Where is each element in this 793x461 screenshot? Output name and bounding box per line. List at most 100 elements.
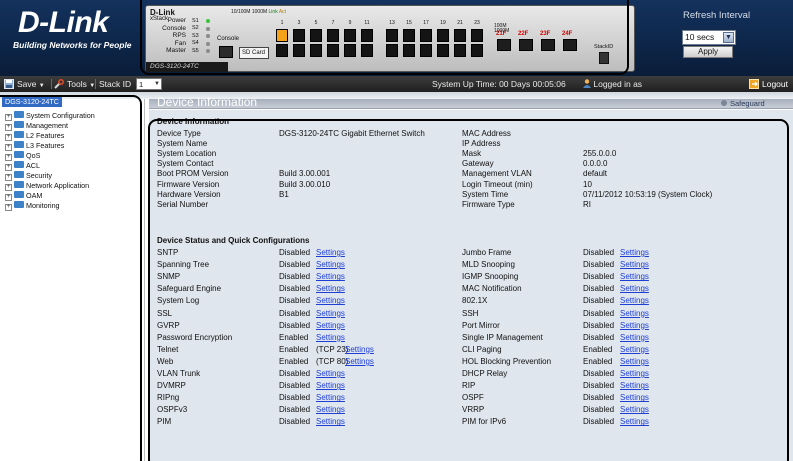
settings-link[interactable]: Settings: [316, 333, 345, 343]
sidebar-item[interactable]: + Management: [5, 121, 68, 131]
expand-icon[interactable]: +: [5, 144, 12, 151]
expand-icon[interactable]: +: [5, 194, 12, 201]
settings-link[interactable]: Settings: [345, 357, 374, 367]
settings-link[interactable]: Settings: [316, 381, 345, 391]
settings-link[interactable]: Settings: [620, 381, 649, 391]
page-title: Device Information: [157, 95, 258, 109]
settings-link[interactable]: Settings: [620, 321, 649, 331]
status-feature: SNMP: [157, 272, 181, 282]
settings-link[interactable]: Settings: [316, 369, 345, 379]
settings-link[interactable]: Settings: [620, 345, 649, 355]
info-label: Gateway: [462, 159, 494, 169]
settings-link[interactable]: Settings: [620, 393, 649, 403]
sidebar-item[interactable]: + QoS: [5, 151, 40, 161]
info-label: Firmware Version: [157, 179, 220, 189]
led-code: S5: [192, 47, 199, 54]
status-feature: SNTP: [157, 248, 179, 257]
info-label: Device Type: [157, 129, 201, 138]
expand-icon[interactable]: +: [5, 124, 12, 131]
settings-link[interactable]: Settings: [316, 417, 345, 427]
ethernet-port-icon: [420, 29, 432, 42]
expand-icon[interactable]: +: [5, 114, 12, 121]
expand-icon[interactable]: +: [5, 134, 12, 141]
sidebar-item[interactable]: + OAM: [5, 191, 42, 201]
settings-link[interactable]: Settings: [316, 321, 345, 331]
combo-port-label: 22F: [518, 31, 529, 37]
ethernet-port-icon: [293, 29, 305, 42]
refresh-interval-select[interactable]: 10 secs ▼: [682, 30, 736, 45]
status-state: Disabled: [583, 393, 615, 403]
apply-button[interactable]: Apply: [683, 46, 733, 58]
settings-link[interactable]: Settings: [316, 296, 345, 306]
sidebar-item[interactable]: + System Configuration: [5, 111, 95, 121]
settings-link[interactable]: Settings: [620, 405, 649, 415]
brand-tagline: Building Networks for People: [13, 40, 132, 50]
sidebar-item[interactable]: + Network Application: [5, 181, 89, 191]
settings-link[interactable]: Settings: [620, 284, 649, 294]
settings-link[interactable]: Settings: [316, 405, 345, 415]
status-feature: CLI Paging: [462, 344, 502, 354]
settings-link[interactable]: Settings: [316, 309, 345, 319]
chevron-down-icon[interactable]: ▼: [723, 32, 734, 43]
settings-link[interactable]: Settings: [316, 284, 345, 294]
ethernet-port-icon: [276, 44, 288, 57]
ethernet-port-icon: [471, 44, 483, 57]
settings-link[interactable]: Settings: [620, 417, 649, 427]
status-state: Disabled: [583, 308, 615, 318]
sidebar-item-label: L2 Features: [26, 131, 65, 140]
status-state: Disabled: [279, 296, 311, 306]
toolbar-divider: [51, 79, 52, 89]
expand-icon[interactable]: +: [5, 204, 12, 211]
ethernet-port-icon: [471, 29, 483, 42]
status-feature: Password Encryption: [157, 332, 233, 342]
led-code: S4: [192, 40, 199, 46]
settings-link[interactable]: Settings: [620, 296, 649, 306]
folder-icon: [14, 141, 24, 148]
led-label: Fan: [174, 39, 186, 47]
settings-link[interactable]: Settings: [316, 248, 345, 258]
expand-icon[interactable]: +: [5, 184, 12, 191]
settings-link[interactable]: Settings: [620, 333, 649, 343]
status-feature: 802.1X: [462, 296, 488, 306]
legend-act: Act: [278, 9, 287, 15]
sd-card-label: SD Card: [242, 50, 266, 56]
settings-link[interactable]: Settings: [620, 369, 649, 379]
navigation-tree: DGS-3120-24TC + System Configuration + Mana…: [0, 97, 145, 461]
info-label: Mask: [462, 149, 482, 159]
sidebar-item[interactable]: + L2 Features: [5, 131, 64, 141]
expand-icon[interactable]: +: [5, 164, 12, 171]
led-indicator-icon: [206, 19, 210, 23]
settings-link[interactable]: Settings: [620, 248, 649, 258]
status-feature: MLD Snooping: [462, 260, 515, 270]
dlink-logo: D-Link: [18, 6, 109, 39]
tools-menu[interactable]: Tools ▼: [54, 76, 95, 92]
port-number-label: 13: [389, 20, 395, 26]
sidebar-item[interactable]: + ACL: [5, 161, 40, 171]
port-number-label: 7: [331, 20, 335, 26]
stack-id-select[interactable]: 1 ▼: [136, 78, 162, 90]
sidebar-item-label: Security: [26, 171, 52, 180]
sidebar-item[interactable]: + Monitoring: [5, 201, 60, 211]
settings-link[interactable]: Settings: [316, 260, 345, 270]
settings-link[interactable]: Settings: [620, 260, 649, 270]
sidebar-item[interactable]: + L3 Features: [5, 141, 64, 151]
expand-icon[interactable]: +: [5, 154, 12, 161]
led-legend: 10/100M 1000M Link Act: [231, 9, 286, 15]
settings-link[interactable]: Settings: [345, 345, 374, 355]
settings-link[interactable]: Settings: [316, 272, 345, 282]
save-menu[interactable]: Save ▼: [4, 76, 45, 92]
info-label: System Name: [157, 139, 208, 149]
tree-root-device[interactable]: DGS-3120-24TC: [2, 97, 62, 107]
info-label: IP Address: [462, 139, 501, 149]
settings-link[interactable]: Settings: [620, 272, 649, 282]
status-state: Disabled: [583, 417, 615, 427]
info-value: 255.0.0.0: [583, 149, 617, 159]
settings-link[interactable]: Settings: [316, 393, 345, 403]
ethernet-port-icon: [361, 44, 373, 57]
logout-button[interactable]: Logout: [749, 76, 788, 92]
settings-link[interactable]: Settings: [620, 357, 649, 367]
settings-link[interactable]: Settings: [620, 309, 649, 319]
logo-area: D-Link Building Networks for People: [0, 0, 140, 76]
sidebar-item[interactable]: + Security: [5, 171, 52, 181]
expand-icon[interactable]: +: [5, 174, 12, 181]
